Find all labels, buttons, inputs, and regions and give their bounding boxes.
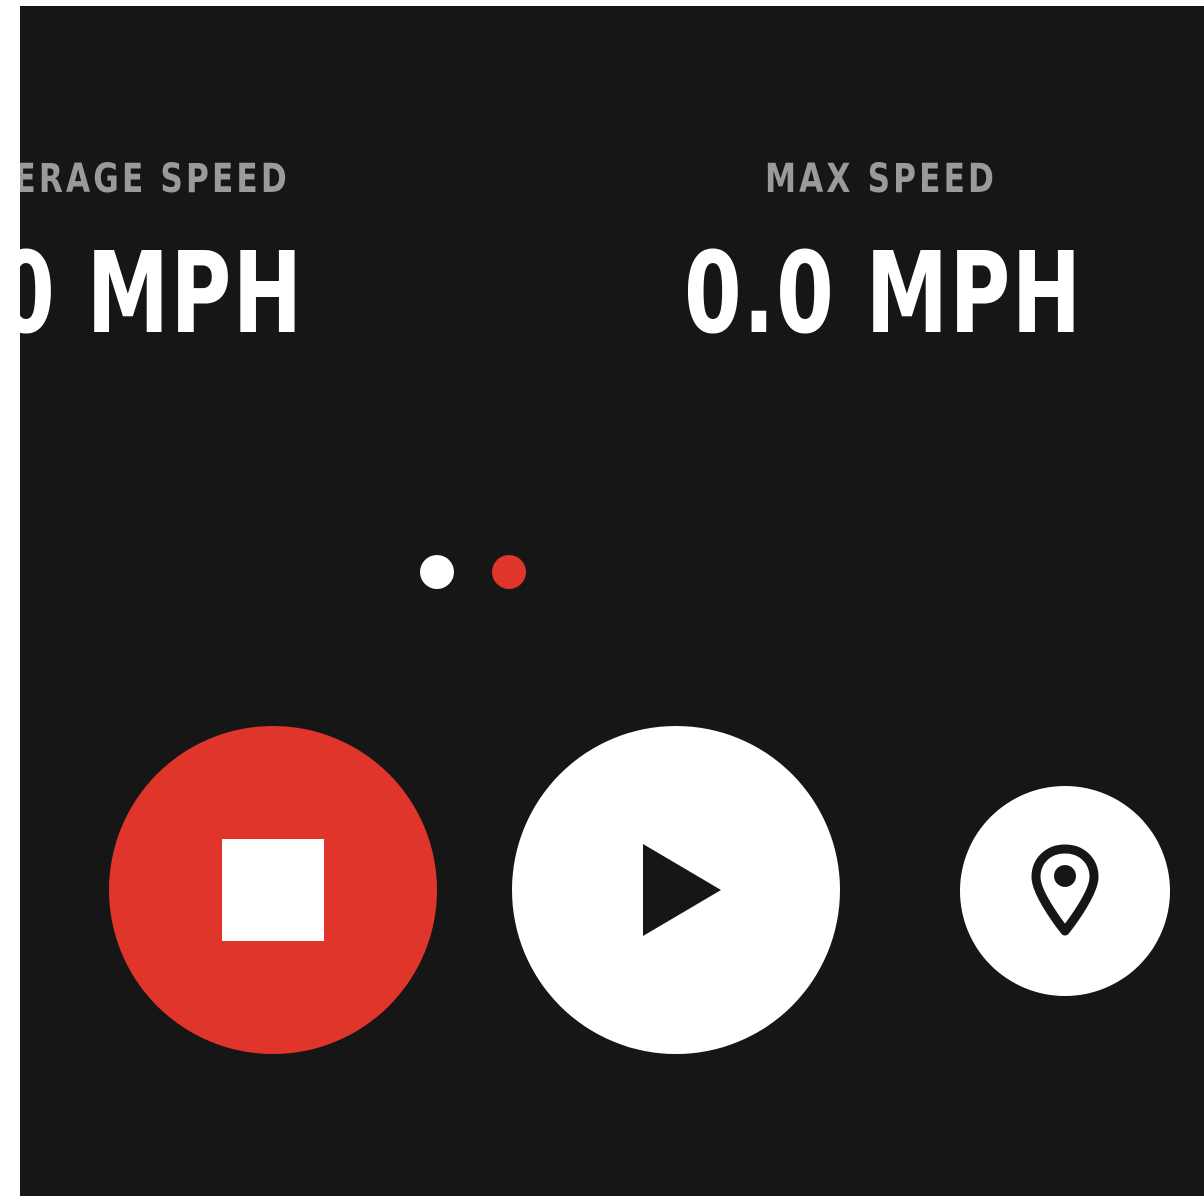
- stop-button[interactable]: [109, 726, 437, 1054]
- workout-screen: AVERAGE SPEED 0.0 MPH MAX SPEED 0.0 MPH: [20, 6, 1204, 1196]
- stop-icon: [222, 839, 324, 941]
- average-speed-label: AVERAGE SPEED: [20, 156, 290, 202]
- play-icon: [643, 844, 721, 936]
- page-indicator-dot-2[interactable]: [492, 555, 526, 589]
- average-speed-value: 0.0 MPH: [20, 229, 304, 359]
- page-indicator-dot-1[interactable]: [420, 555, 454, 589]
- max-speed-label: MAX SPEED: [765, 156, 998, 202]
- max-speed-value: 0.0 MPH: [684, 229, 1083, 359]
- play-button[interactable]: [512, 726, 840, 1054]
- map-pin-icon: [1031, 844, 1099, 936]
- location-button[interactable]: [960, 786, 1170, 996]
